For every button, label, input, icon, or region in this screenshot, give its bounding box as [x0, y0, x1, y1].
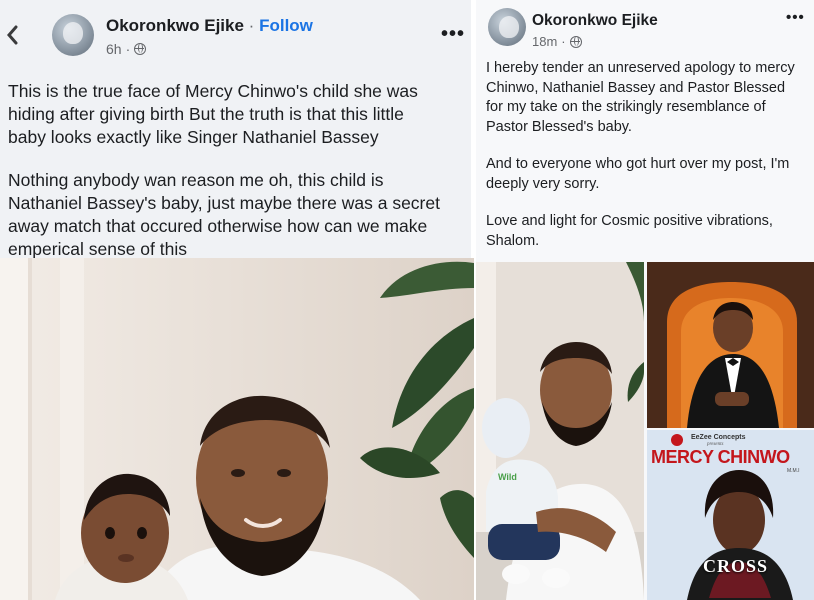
- right-paragraph-2: And to everyone who got hurt over my pos…: [486, 156, 790, 192]
- author-name-right[interactable]: Okoronkwo Ejike: [532, 12, 658, 30]
- post-time[interactable]: 6h: [106, 41, 122, 57]
- more-horizontal-icon[interactable]: •••: [786, 10, 805, 25]
- svg-text:Wild: Wild: [498, 472, 517, 482]
- globe-icon: [134, 43, 147, 55]
- father-baby-photo-small[interactable]: Wild: [476, 262, 644, 600]
- left-paragraph-2: Nothing anybody wan reason me oh, this c…: [8, 170, 440, 259]
- post-meta: 6h ·: [106, 41, 147, 57]
- post-meta-right: 18m ·: [532, 34, 582, 49]
- author-avatar[interactable]: [52, 14, 94, 56]
- father-baby-photo[interactable]: [0, 258, 474, 600]
- album-studio-label: EeZee Concepts: [691, 434, 746, 441]
- meta-dot: ·: [125, 41, 131, 57]
- album-title: CROSS: [703, 556, 769, 576]
- right-post-body: I hereby tender an unreserved apology to…: [486, 59, 810, 251]
- more-horizontal-icon[interactable]: •••: [441, 24, 465, 44]
- author-avatar-right[interactable]: [488, 8, 526, 46]
- left-post-body: This is the true face of Mercy Chinwo's …: [8, 80, 470, 261]
- album-cover-image[interactable]: EeZee Concepts presents MERCY CHINWO M.M…: [647, 430, 814, 600]
- album-artist-title: MERCY CHINWO: [651, 447, 790, 467]
- right-paragraph-3: Love and light for Cosmic positive vibra…: [486, 213, 773, 249]
- man-in-tuxedo-photo[interactable]: [647, 262, 814, 428]
- follow-button[interactable]: Follow: [259, 16, 313, 35]
- post-time-right[interactable]: 18m: [532, 34, 557, 49]
- separator-dot: ·: [248, 16, 255, 35]
- globe-icon: [569, 35, 582, 48]
- left-post-header: Okoronkwo Ejike · Follow 6h · •••: [0, 0, 471, 66]
- right-paragraph-1: I hereby tender an unreserved apology to…: [486, 60, 795, 135]
- left-paragraph-1: This is the true face of Mercy Chinwo's …: [8, 81, 418, 147]
- meta-dot-right: ·: [561, 34, 566, 49]
- author-name[interactable]: Okoronkwo Ejike: [106, 16, 244, 35]
- album-suffix: M.M.I: [787, 468, 800, 474]
